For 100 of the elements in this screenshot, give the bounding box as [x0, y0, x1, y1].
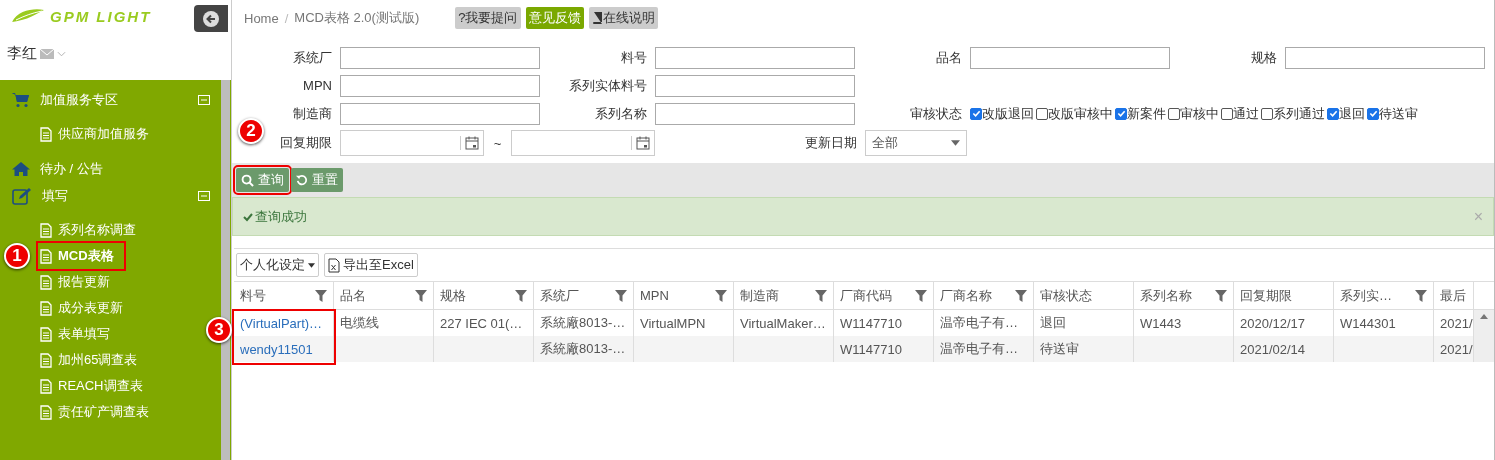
text-field[interactable]	[655, 46, 855, 69]
document-icon	[40, 352, 52, 368]
checkbox[interactable]	[1036, 107, 1048, 120]
field-label: 料号	[620, 48, 648, 67]
checkbox[interactable]	[1115, 107, 1127, 120]
field-label: 更新日期	[804, 134, 858, 152]
excel-file-icon	[328, 257, 340, 273]
text-field[interactable]	[340, 74, 540, 97]
success-message: 查询成功	[243, 207, 307, 226]
text-field[interactable]	[340, 102, 540, 125]
calendar-icon[interactable]	[631, 136, 650, 150]
checkbox-label: 审核中	[1180, 104, 1219, 123]
table-cell: 2021/	[1434, 336, 1474, 362]
document-icon	[40, 126, 52, 142]
checkbox[interactable]	[1221, 107, 1233, 120]
filter-icon[interactable]	[1015, 289, 1027, 302]
callout-number: 1	[4, 243, 30, 269]
filter-icon[interactable]	[1215, 289, 1227, 302]
text-field[interactable]	[970, 46, 1170, 69]
filter-icon[interactable]	[1415, 289, 1427, 302]
collapse-icon[interactable]	[198, 93, 210, 106]
column-header[interactable]: 最后	[1434, 282, 1474, 310]
date-field[interactable]	[511, 130, 655, 156]
checkbox-label: 新案件	[1127, 104, 1166, 123]
checkbox[interactable]	[1261, 107, 1273, 120]
document-icon	[40, 404, 52, 420]
field-label: 品名	[935, 48, 963, 67]
part-number-link[interactable]: wendy11501	[234, 336, 334, 362]
logo-text: GPM LIGHT	[50, 7, 152, 25]
table-cell: 温帝电子有…	[934, 336, 1034, 362]
text-field[interactable]	[1285, 46, 1485, 69]
checkbox-label: 系列通过	[1273, 104, 1325, 123]
document-icon	[40, 248, 52, 264]
date-field[interactable]	[340, 130, 484, 156]
filter-icon[interactable]	[915, 289, 927, 302]
export-button[interactable]: 导出至Excel	[324, 253, 418, 277]
collapse-sidebar-button[interactable]	[194, 5, 228, 32]
filter-icon[interactable]	[515, 289, 527, 302]
checkbox[interactable]	[1327, 107, 1339, 120]
column-header[interactable]: MPN	[634, 282, 734, 310]
document-icon	[40, 378, 52, 394]
column-header[interactable]: 厂商名称	[934, 282, 1034, 310]
header-button[interactable]: 在线说明	[588, 7, 658, 29]
column-header[interactable]: 审核状态	[1034, 282, 1134, 310]
calendar-icon[interactable]	[459, 136, 479, 150]
text-field[interactable]	[655, 102, 855, 125]
filter-icon[interactable]	[315, 289, 327, 302]
search-icon	[241, 173, 254, 187]
field-label: 回复期限	[279, 134, 333, 152]
user-name[interactable]: 李红	[7, 44, 37, 63]
cart-icon	[12, 91, 30, 108]
date-dropdown[interactable]: 全部	[865, 130, 967, 156]
edit-icon	[12, 186, 32, 205]
personalize-dropdown[interactable]: 个人化设定	[236, 253, 319, 277]
column-header[interactable]: 系列名称	[1134, 282, 1234, 310]
scrollbar[interactable]	[221, 80, 230, 460]
text-field[interactable]	[655, 74, 855, 97]
header-button[interactable]: ?我要提问	[455, 7, 521, 29]
checkbox-label: 待送审	[1379, 104, 1418, 123]
column-header[interactable]: 规格	[434, 282, 534, 310]
callout-number: 2	[238, 118, 264, 144]
filter-icon[interactable]	[615, 289, 627, 302]
field-label: MPN	[302, 78, 333, 93]
column-header[interactable]: 系列实…	[1334, 282, 1434, 310]
text-field[interactable]	[340, 46, 540, 69]
column-header[interactable]: 料号	[234, 282, 334, 310]
collapse-icon[interactable]	[198, 189, 210, 202]
breadcrumb-item: MCD表格 2.0(测试版)	[294, 9, 420, 27]
checkbox[interactable]	[1168, 107, 1180, 120]
document-icon	[40, 300, 52, 316]
checkbox-label: 退回	[1339, 104, 1365, 123]
book-icon	[591, 12, 602, 24]
column-header[interactable]: 制造商	[734, 282, 834, 310]
column-header[interactable]: 厂商代码	[834, 282, 934, 310]
column-header[interactable]: 品名	[334, 282, 434, 310]
filter-icon[interactable]	[815, 289, 827, 302]
checkbox[interactable]	[1367, 107, 1379, 120]
filter-icon[interactable]	[415, 289, 427, 302]
breadcrumb-separator: /	[284, 10, 289, 26]
field-label: 规格	[1250, 48, 1278, 67]
document-icon	[40, 326, 52, 342]
scroll-up-arrow-icon[interactable]	[1480, 314, 1488, 319]
checkbox-label: 通过	[1233, 104, 1259, 123]
scrollbar[interactable]	[1474, 310, 1494, 362]
column-header[interactable]: 回复期限	[1234, 282, 1334, 310]
range-separator: ~	[493, 135, 502, 151]
field-label: 系统厂	[292, 48, 333, 67]
document-icon	[40, 274, 52, 290]
field-label: 系列名称	[594, 104, 648, 123]
filter-icon[interactable]	[715, 289, 727, 302]
checkbox-label: 改版退回	[982, 104, 1034, 123]
breadcrumb-item[interactable]: Home	[244, 10, 279, 26]
caret-icon	[951, 140, 960, 146]
table-cell: 系統廠8013-…	[534, 336, 634, 362]
table-cell: 待送审	[1034, 336, 1134, 362]
checkbox[interactable]	[970, 107, 982, 120]
table-cell: W1147710	[834, 336, 934, 362]
document-icon	[40, 222, 52, 238]
column-header[interactable]: 系统厂	[534, 282, 634, 310]
caret-icon	[308, 262, 315, 268]
